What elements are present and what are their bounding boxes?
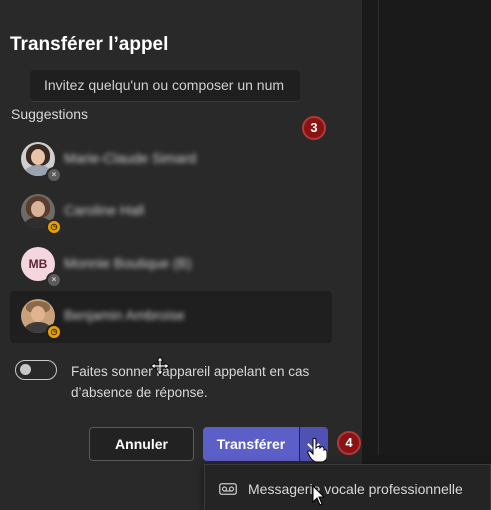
- contact-name: Caroline Hall: [64, 202, 145, 218]
- contact-suggestion[interactable]: ◷ Caroline Hall: [10, 186, 332, 238]
- dialog-title: Transférer l’appel: [10, 34, 169, 55]
- contact-name: Monnie Boutique (B): [64, 255, 192, 271]
- suggestions-heading: Suggestions: [11, 106, 89, 122]
- arrow-cursor-icon: [312, 485, 326, 506]
- contact-suggestion-selected[interactable]: ◷ Benjamin Ambroise: [10, 291, 332, 343]
- background-pane: [362, 0, 491, 510]
- transfer-button[interactable]: Transférer: [203, 427, 299, 461]
- presence-offline-icon: ×: [46, 167, 62, 183]
- presence-offline-icon: ×: [46, 272, 62, 288]
- contact-suggestion[interactable]: × Marie-Claude Simard: [10, 134, 332, 186]
- toggle-knob: [20, 364, 31, 375]
- menu-item-label: Messagerie vocale professionnelle: [248, 481, 463, 497]
- voicemail-icon: [219, 483, 237, 495]
- contact-suggestion[interactable]: MB × Monnie Boutique (B): [10, 239, 332, 291]
- step-badge-4: 4: [337, 431, 361, 455]
- ring-caller-toggle[interactable]: [15, 360, 57, 380]
- contact-name: Benjamin Ambroise: [64, 307, 185, 323]
- hand-cursor-icon: [307, 437, 328, 463]
- search-input[interactable]: Invitez quelqu'un ou composer un num: [30, 70, 300, 102]
- transfer-call-dialog: Transférer l’appel Invitez quelqu'un ou …: [0, 0, 362, 510]
- presence-away-icon: ◷: [46, 219, 62, 235]
- toggle-label: Faites sonner l'appareil appelant en cas…: [71, 364, 310, 400]
- menu-item-voicemail[interactable]: Messagerie vocale professionnelle: [205, 475, 491, 505]
- move-cursor-icon: [150, 356, 170, 376]
- cancel-button[interactable]: Annuler: [89, 427, 194, 461]
- transfer-options-menu: Messagerie vocale professionnelle: [204, 464, 491, 510]
- presence-away-icon: ◷: [46, 324, 62, 340]
- contact-name: Marie-Claude Simard: [64, 150, 197, 166]
